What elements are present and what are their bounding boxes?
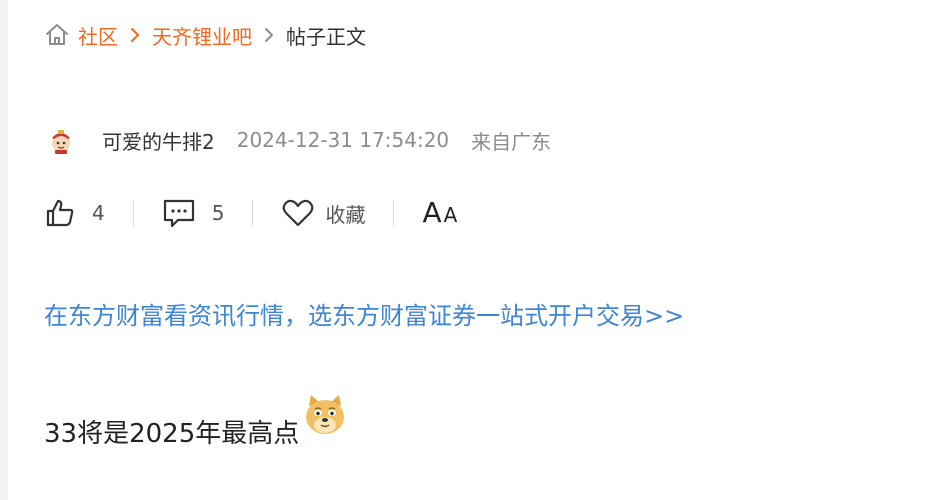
action-divider [132, 200, 134, 226]
like-button[interactable]: 4 [44, 197, 105, 229]
font-size-button[interactable]: A A [422, 199, 457, 227]
post-author-row: 可爱的牛排2 2024-12-31 17:54:20 来自广东 [46, 124, 551, 156]
doge-emoji-icon [299, 392, 347, 451]
home-icon[interactable] [44, 22, 70, 48]
comment-button[interactable]: 5 [162, 197, 225, 229]
thumbs-up-icon [44, 197, 76, 229]
post-timestamp: 2024-12-31 17:54:20 [236, 128, 450, 152]
page-left-edge [0, 0, 8, 500]
breadcrumb-forum-link[interactable]: 天齐锂业吧 [152, 21, 252, 50]
like-count: 4 [92, 201, 105, 225]
breadcrumb-current: 帖子正文 [286, 24, 366, 49]
post-content: 33将是2025年最高点 [44, 392, 347, 451]
post-location: 来自广东 [471, 129, 552, 154]
breadcrumb: 社区 天齐锂业吧 帖子正文 [44, 20, 366, 50]
font-size-small-glyph: A [443, 203, 458, 227]
font-size-large-glyph: A [422, 196, 442, 229]
comment-icon [162, 197, 196, 229]
post-action-bar: 4 5 收藏 A A [44, 193, 457, 233]
chevron-right-icon [130, 27, 140, 43]
action-divider [393, 200, 395, 226]
heart-icon [281, 197, 315, 229]
author-name[interactable]: 可爱的牛排2 [102, 126, 215, 155]
favorite-button[interactable]: 收藏 [281, 197, 365, 229]
breadcrumb-community-link[interactable]: 社区 [78, 21, 118, 50]
favorite-label: 收藏 [325, 202, 366, 227]
promo-link[interactable]: 在东方财富看资讯行情，选东方财富证券一站式开户交易>> [44, 296, 684, 331]
chevron-right-icon [264, 27, 274, 43]
action-divider [252, 200, 254, 226]
post-text: 33将是2025年最高点 [44, 419, 300, 449]
avatar[interactable] [46, 125, 76, 155]
comment-count: 5 [211, 201, 225, 225]
